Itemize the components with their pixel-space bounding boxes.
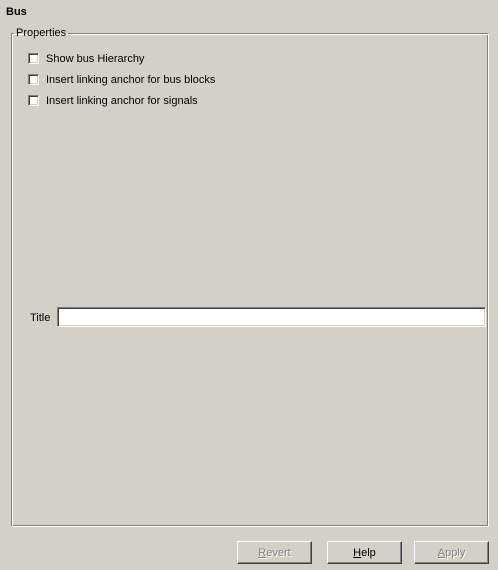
title-input[interactable]	[57, 307, 486, 327]
properties-legend: Properties	[16, 27, 67, 39]
show-bus-hierarchy-label: Show bus Hierarchy	[46, 52, 145, 65]
anchor-bus-blocks-option[interactable]: Insert linking anchor for bus blocks	[28, 72, 215, 87]
help-mnemonic: H	[353, 546, 362, 559]
help-button[interactable]: Help	[327, 541, 402, 564]
help-label-rest: elp	[361, 546, 376, 559]
apply-button[interactable]: Apply	[414, 541, 489, 564]
revert-button[interactable]: Revert	[237, 541, 312, 564]
anchor-bus-blocks-checkbox[interactable]	[28, 74, 39, 85]
apply-mnemonic: A	[437, 546, 446, 559]
apply-label-rest: pply	[445, 546, 466, 559]
anchor-bus-blocks-label: Insert linking anchor for bus blocks	[46, 73, 216, 86]
anchor-signals-label: Insert linking anchor for signals	[46, 94, 198, 107]
revert-mnemonic: R	[258, 546, 267, 559]
title-label: Title	[30, 312, 51, 324]
show-bus-hierarchy-checkbox[interactable]	[28, 53, 39, 64]
anchor-signals-checkbox[interactable]	[28, 95, 39, 106]
revert-label-rest: evert	[266, 546, 291, 559]
anchor-signals-option[interactable]: Insert linking anchor for signals	[28, 93, 198, 108]
show-bus-hierarchy-option[interactable]: Show bus Hierarchy	[28, 51, 144, 66]
panel-title: Bus	[6, 6, 27, 18]
